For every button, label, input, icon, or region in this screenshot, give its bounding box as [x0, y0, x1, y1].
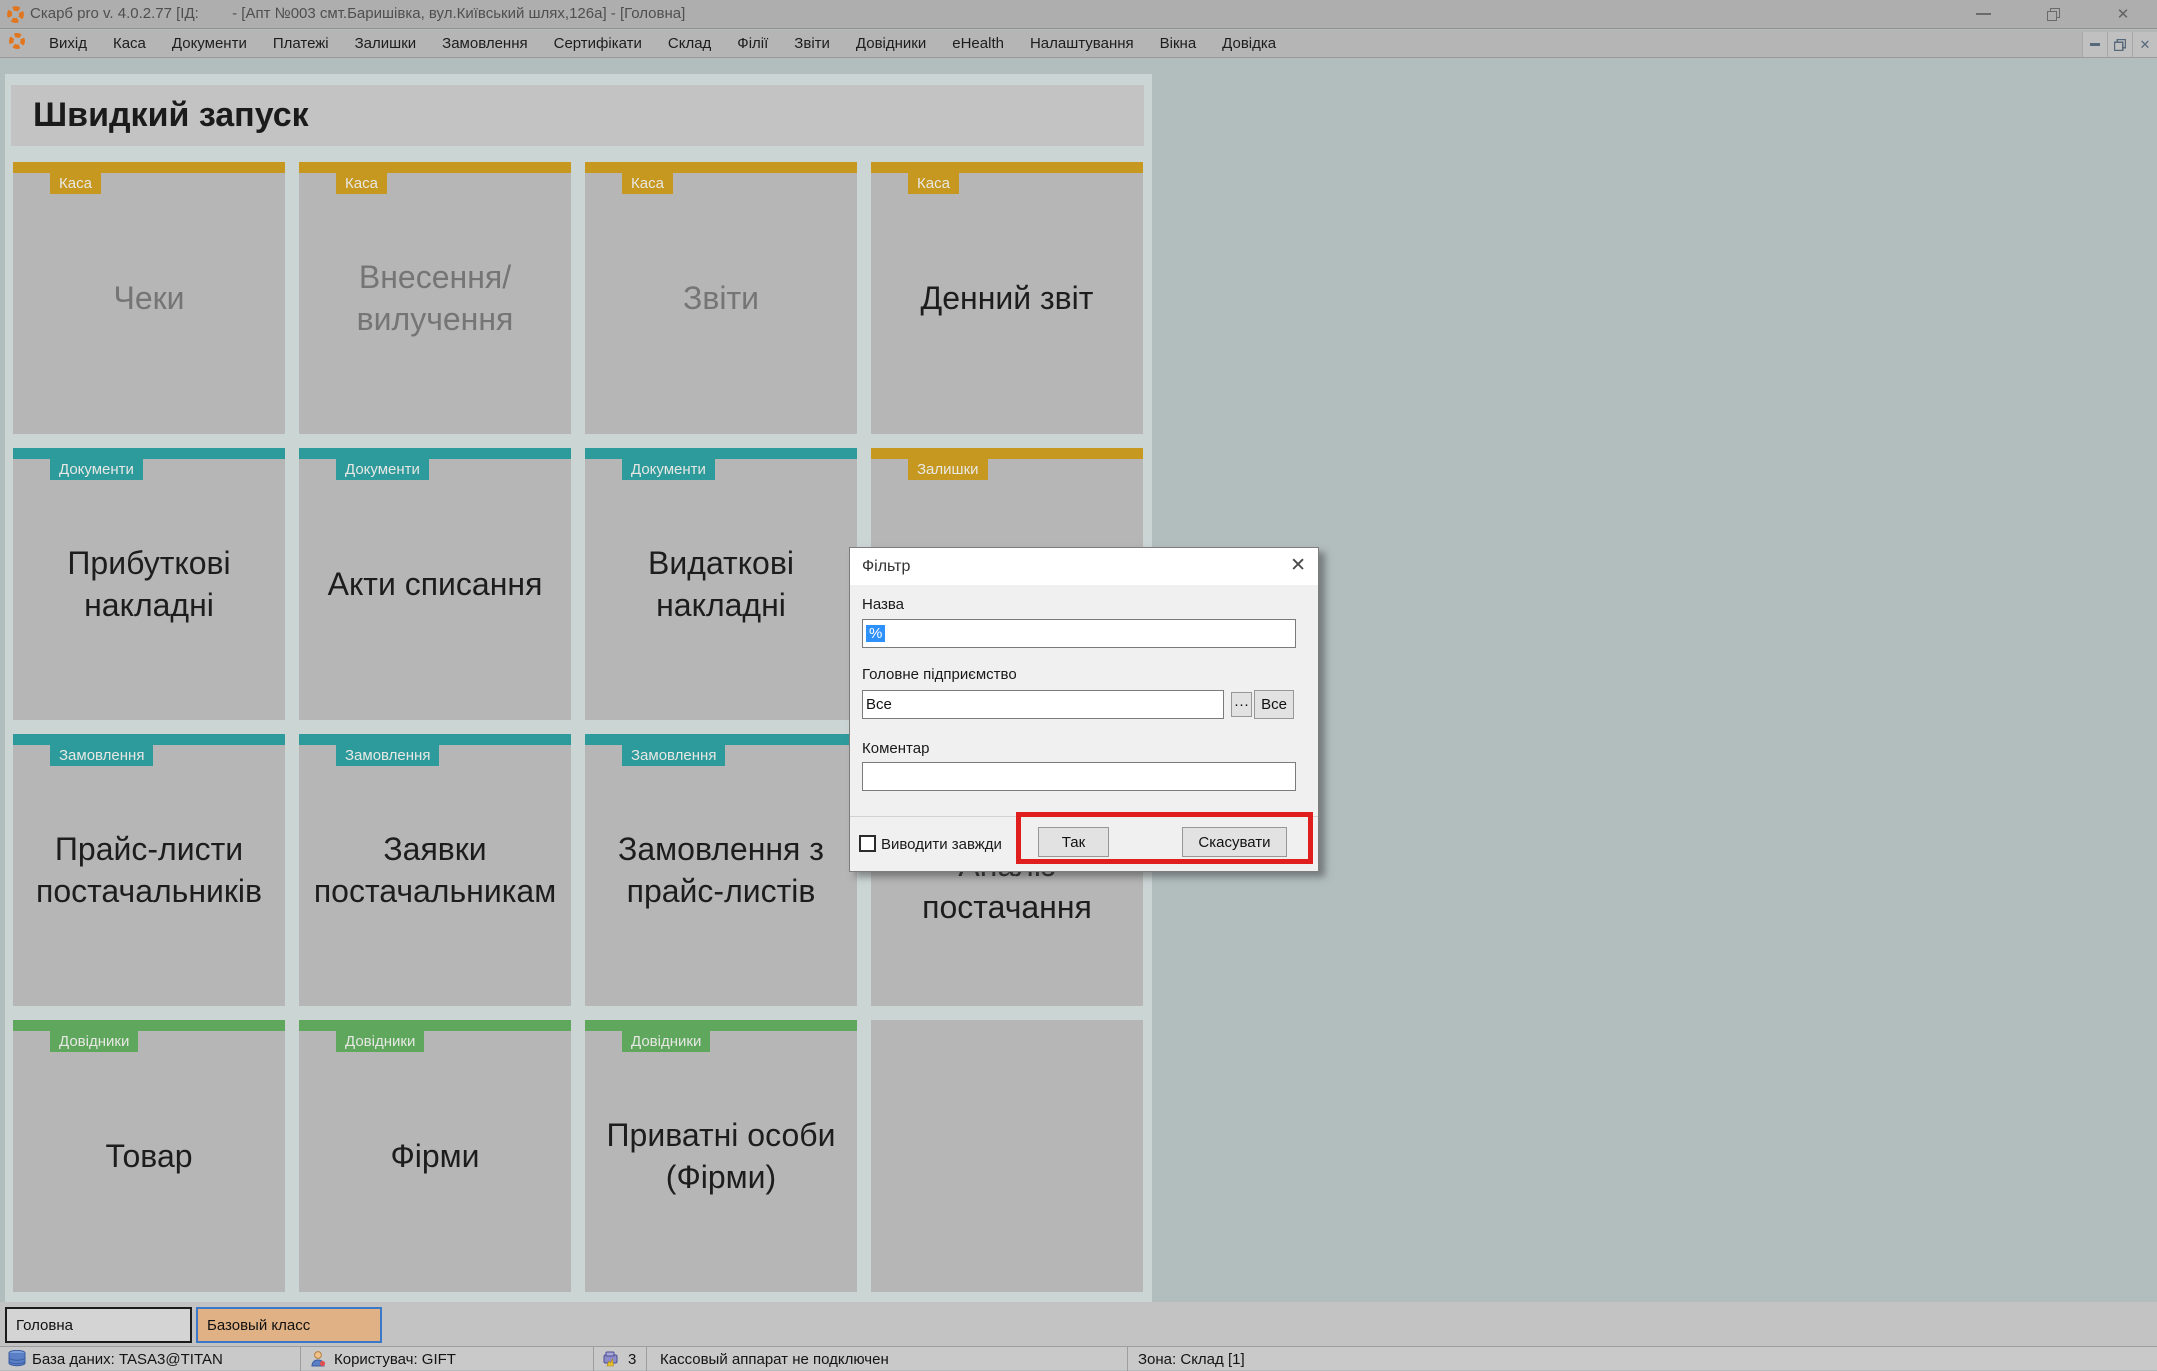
panel-title: Швидкий запуск — [33, 96, 309, 134]
launch-tile[interactable]: Каса Звіти — [585, 162, 857, 434]
all-button-label: Все — [1261, 696, 1287, 713]
launch-tile[interactable]: Документи Прибуткові накладні — [13, 448, 285, 720]
user-icon — [310, 1350, 326, 1371]
tile-label: Видаткові накладні — [648, 544, 794, 623]
menu-item[interactable]: Налаштування — [1017, 30, 1147, 58]
launch-tile[interactable]: Довідники Фірми — [299, 1020, 571, 1292]
mdi-window-controls: ✕ — [2082, 32, 2157, 57]
launch-tile[interactable]: Замовлення Заявки постачальникам — [299, 734, 571, 1006]
restore-icon — [2046, 7, 2060, 21]
app-menu-icon[interactable] — [8, 32, 26, 55]
menu-bar: Вихід Каса Документи Платежі Залишки Зам… — [0, 30, 2157, 58]
menu-item[interactable]: Довідники — [843, 30, 939, 58]
tab-holovna[interactable]: Головна — [5, 1307, 192, 1343]
cash-count: 3 — [628, 1351, 637, 1368]
tile-label: Прибуткові накладні — [67, 544, 231, 623]
launch-tile[interactable]: Замовлення Прайс-листи постачальників — [13, 734, 285, 1006]
menu-item[interactable]: Платежі — [260, 30, 342, 58]
app-logo-icon — [6, 5, 25, 29]
menu-item[interactable]: Звіти — [781, 30, 843, 58]
quick-launch-header: Швидкий запуск — [11, 85, 1144, 146]
bottom-tab-strip: Головна Базовый класс — [0, 1302, 2157, 1346]
close-icon: ✕ — [2139, 36, 2151, 52]
tile-label: Прайс-листи постачальників — [36, 830, 262, 909]
launch-tile[interactable]: Замовлення Замовлення з прайс-листів — [585, 734, 857, 1006]
comment-input[interactable] — [862, 762, 1296, 791]
minimize-icon — [2090, 43, 2100, 46]
tile-label: Акти списання — [327, 565, 543, 602]
tile-label: Фірми — [390, 1137, 480, 1174]
browse-button[interactable]: ··· — [1231, 692, 1252, 717]
dialog-close-button[interactable]: ✕ — [1290, 555, 1306, 577]
launch-tile[interactable]: Документи Видаткові накладні — [585, 448, 857, 720]
minimize-icon — [1975, 13, 1991, 15]
name-field-label: Назва — [862, 596, 905, 613]
launch-tile[interactable]: Каса Внесення/вилучення — [299, 162, 571, 434]
cash-register-icon — [602, 1350, 620, 1371]
enterprise-field-label: Головне підприємство — [862, 666, 1017, 683]
menu-item[interactable]: Залишки — [342, 30, 430, 58]
mdi-minimize-button[interactable] — [2082, 32, 2107, 57]
database-status: База даних: TASA3@TITAN — [32, 1351, 223, 1368]
launch-tile[interactable]: Довідники Товар — [13, 1020, 285, 1292]
tile-label: Заявки постачальникам — [313, 830, 557, 909]
menu-item[interactable]: Замовлення — [429, 30, 540, 58]
menu-item[interactable]: Філії — [724, 30, 781, 58]
menu-item[interactable]: eHealth — [939, 30, 1017, 58]
always-show-checkbox[interactable] — [859, 835, 876, 852]
dialog-title: Фільтр — [850, 548, 1318, 585]
statusbar-divider — [646, 1347, 647, 1371]
title-bar: Скарб pro v. 4.0.2.77 [ІД: - [Апт №003 с… — [0, 0, 2157, 29]
zone-status: Зона: Склад [1] — [1138, 1351, 1245, 1368]
menu-item[interactable]: Вихід — [36, 30, 100, 58]
tile-label: Приватні особи (Фірми) — [606, 1116, 836, 1195]
statusbar-divider — [593, 1347, 594, 1371]
annotation-highlight — [1016, 812, 1313, 864]
launch-tile[interactable]: Каса Чеки — [13, 162, 285, 434]
database-icon — [8, 1349, 26, 1371]
menu-item[interactable]: Каса — [100, 30, 159, 58]
mdi-close-button[interactable]: ✕ — [2132, 32, 2157, 57]
cash-status: Кассовый аппарат не подключен — [660, 1351, 889, 1368]
name-input[interactable]: % — [862, 619, 1296, 648]
comment-field-label: Коментар — [862, 740, 930, 757]
restore-button[interactable] — [2036, 0, 2070, 28]
tile-label: Чеки — [113, 279, 185, 316]
tab-bazovyi-klass[interactable]: Базовый класс — [196, 1307, 382, 1343]
tile-label: Денний звіт — [920, 279, 1094, 316]
close-icon: ✕ — [1290, 555, 1306, 576]
restore-icon — [2114, 38, 2126, 51]
statusbar-divider — [300, 1347, 301, 1371]
launch-tile[interactable]: Довідники Приватні особи (Фірми) — [585, 1020, 857, 1292]
menu-item[interactable]: Сертифікати — [541, 30, 655, 58]
status-bar: База даних: TASA3@TITAN Користувач: GIFT… — [0, 1346, 2157, 1371]
tab-label: Базовый класс — [207, 1316, 311, 1334]
tile-label: Звіти — [683, 279, 759, 316]
minimize-button[interactable] — [1966, 0, 2000, 28]
tab-label: Головна — [16, 1316, 73, 1334]
menu-item[interactable]: Вікна — [1147, 30, 1210, 58]
close-button[interactable]: ✕ — [2106, 0, 2140, 28]
window-title: Скарб pro v. 4.0.2.77 [ІД: - [Апт №003 с… — [30, 5, 686, 22]
launch-tile-empty — [871, 1020, 1143, 1292]
mdi-restore-button[interactable] — [2107, 32, 2132, 57]
all-button[interactable]: Все — [1254, 690, 1294, 719]
always-show-label: Виводити завжди — [881, 836, 1002, 853]
launch-tile[interactable]: Каса Денний звіт — [871, 162, 1143, 434]
ellipsis-icon: ··· — [1234, 696, 1249, 713]
launch-tile[interactable]: Документи Акти списання — [299, 448, 571, 720]
close-icon: ✕ — [2116, 6, 2130, 23]
tile-label: Замовлення з прайс-листів — [618, 830, 824, 909]
user-status: Користувач: GIFT — [334, 1351, 456, 1368]
menu-item[interactable]: Склад — [655, 30, 724, 58]
statusbar-divider — [1127, 1347, 1128, 1371]
tile-label: Внесення/вилучення — [356, 258, 514, 337]
menu-item[interactable]: Документи — [159, 30, 260, 58]
enterprise-input[interactable]: Все — [862, 690, 1224, 719]
tile-label: Товар — [105, 1137, 193, 1174]
menu-item[interactable]: Довідка — [1209, 30, 1289, 58]
input-value: Все — [866, 696, 892, 713]
selected-text: % — [866, 625, 886, 642]
